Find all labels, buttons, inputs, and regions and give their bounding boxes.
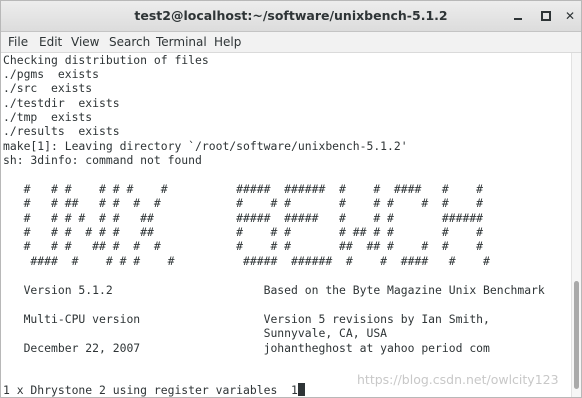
menu-help[interactable]: Help: [214, 32, 241, 52]
close-button[interactable]: ✕: [562, 8, 578, 24]
close-icon: ✕: [564, 9, 576, 23]
title-bar[interactable]: test2@localhost:~/software/unixbench-5.1…: [1, 1, 581, 32]
current-output: 1 x Dhrystone 2 using register variables…: [3, 383, 298, 397]
terminal-line: Version 5.1.2 Based on the Byte Magazine…: [3, 283, 545, 297]
menu-search[interactable]: Search: [109, 32, 150, 52]
menu-view[interactable]: View: [71, 32, 99, 52]
window-title: test2@localhost:~/software/unixbench-5.1…: [134, 8, 448, 23]
text-cursor: [297, 383, 305, 396]
banner-line: # # ## # # # # # # # # # # # # #: [3, 196, 484, 210]
terminal-line: make[1]: Leaving directory `/root/softwa…: [3, 139, 408, 153]
minimize-icon: [514, 18, 522, 20]
menu-file[interactable]: File: [8, 32, 28, 52]
maximize-icon: [541, 11, 551, 21]
terminal-line: Checking distribution of files: [3, 53, 209, 67]
terminal-window: test2@localhost:~/software/unixbench-5.1…: [0, 0, 582, 398]
watermark: https://blog.csdn.net/owlcity123: [357, 372, 559, 387]
terminal-line: ./testdir exists: [3, 96, 120, 110]
scrollbar-thumb[interactable]: [574, 281, 579, 389]
terminal-line: December 22, 2007 johantheghost at yahoo…: [3, 341, 490, 355]
terminal-line: ./pgms exists: [3, 67, 100, 81]
banner-line: #### # # # # # ##### ###### # # #### # #: [3, 254, 490, 268]
banner-line: # # # # # # ## # # # # ## # # # #: [3, 225, 484, 239]
banner-line: # # # ## # # # # # # ## ## # # # #: [3, 239, 484, 253]
terminal-line-current: 1 x Dhrystone 2 using register variables…: [3, 383, 305, 397]
terminal-line: ./tmp exists: [3, 110, 93, 124]
terminal-line: ./results exists: [3, 124, 120, 138]
terminal-line: Sunnyvale, CA, USA: [3, 326, 388, 340]
terminal-line: sh: 3dinfo: command not found: [3, 153, 202, 167]
terminal-output[interactable]: Checking distribution of files ./pgms ex…: [1, 53, 571, 397]
banner-line: # # # # # # # ##### ###### # # #### # #: [3, 182, 484, 196]
terminal-line: ./src exists: [3, 81, 93, 95]
minimize-button[interactable]: [510, 8, 526, 24]
banner-line: # # # # # # ## ##### ##### # # # ######: [3, 211, 484, 225]
menu-edit[interactable]: Edit: [39, 32, 62, 52]
terminal-line: Multi-CPU version Version 5 revisions by…: [3, 312, 490, 326]
menu-bar: File Edit View Search Terminal Help: [1, 32, 581, 53]
scrollbar[interactable]: [571, 53, 581, 397]
maximize-button[interactable]: [538, 8, 554, 24]
menu-terminal[interactable]: Terminal: [156, 32, 207, 52]
